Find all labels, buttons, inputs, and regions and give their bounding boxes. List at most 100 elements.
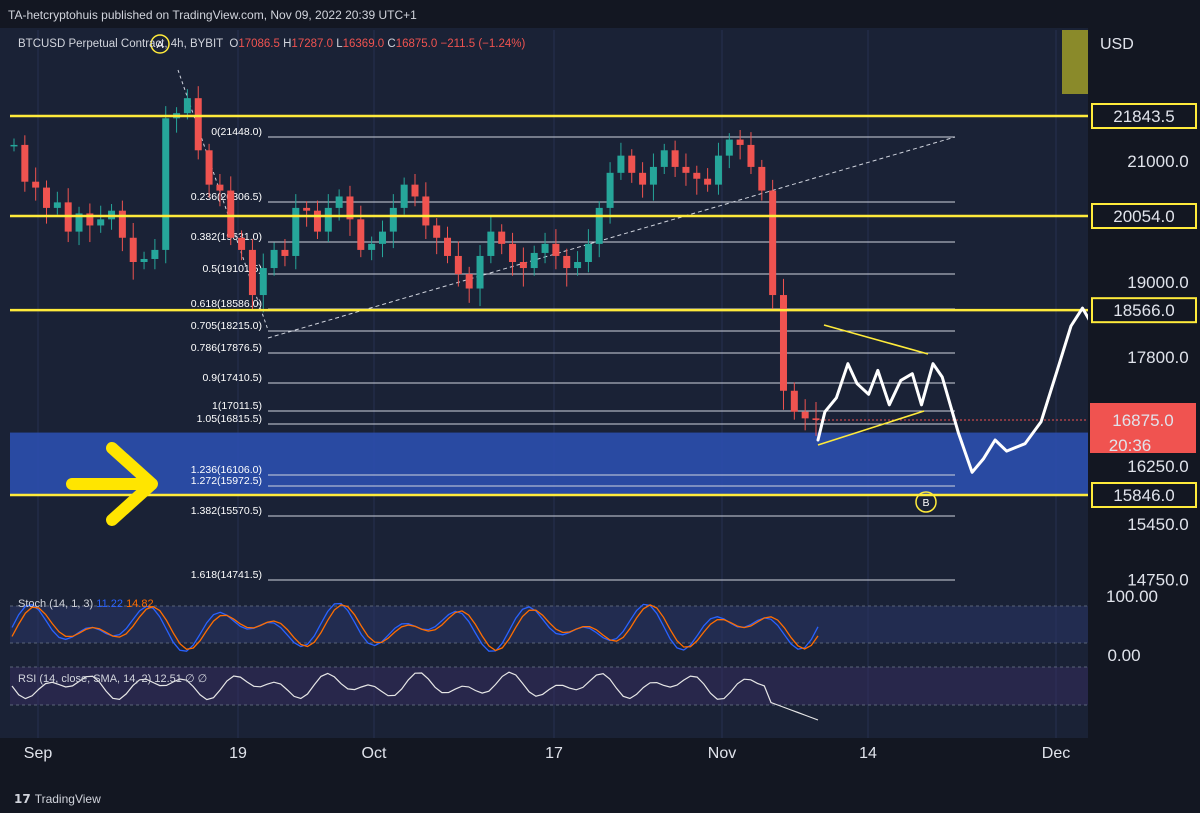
annotation-b-label: B bbox=[922, 497, 929, 509]
level-tag-label: 21843.5 bbox=[1113, 107, 1174, 126]
triangle-upper bbox=[823, 324, 929, 355]
rsi-title[interactable]: RSI (14, close, SMA, 14, 2) bbox=[18, 673, 151, 685]
candle-body bbox=[411, 184, 419, 197]
fib-label: 0(21448.0) bbox=[211, 126, 262, 138]
candle-body bbox=[368, 243, 376, 250]
fib-label: 0.705(18215.0) bbox=[191, 320, 262, 332]
candle-body bbox=[444, 237, 452, 256]
candle-body bbox=[21, 144, 29, 182]
tradingview-brand[interactable]: 17 TradingView bbox=[14, 792, 101, 806]
candle-body bbox=[281, 249, 289, 256]
rsi-legend: RSI (14, close, SMA, 14, 2) 12.51 ∅ ∅ bbox=[18, 672, 207, 685]
candle-body bbox=[378, 231, 386, 244]
close-value: 16875.0 bbox=[395, 38, 438, 50]
exchange: BYBIT bbox=[189, 38, 223, 50]
candle-body bbox=[574, 262, 582, 269]
rsi-value: 12.51 bbox=[154, 673, 182, 685]
candle-body bbox=[194, 98, 202, 151]
countdown-label: 20:36 bbox=[1109, 436, 1152, 455]
candle-body bbox=[389, 207, 397, 232]
candle-body bbox=[313, 210, 321, 232]
candle-body bbox=[519, 262, 527, 269]
fib-label: 1(17011.5) bbox=[212, 400, 262, 412]
candle-body bbox=[129, 237, 137, 263]
candle-body bbox=[704, 178, 712, 185]
candle-body bbox=[216, 184, 224, 191]
brand-name: TradingView bbox=[34, 792, 101, 806]
symbol-name[interactable]: BTCUSD Perpetual Contract bbox=[18, 38, 164, 50]
candle-body bbox=[714, 155, 722, 185]
candle-body bbox=[454, 255, 462, 275]
fib-label: 0.236(20306.5) bbox=[191, 191, 262, 203]
price-axis-tick: 21000.0 bbox=[1127, 152, 1188, 171]
candle-body bbox=[270, 249, 278, 269]
candle-body bbox=[530, 252, 538, 269]
stoch-tick: 100.00 bbox=[1106, 587, 1158, 606]
candle-body bbox=[97, 219, 105, 226]
fib-label: 1.382(15570.5) bbox=[191, 505, 262, 517]
candle-body bbox=[238, 237, 246, 250]
fib-label: 1.05(16815.5) bbox=[197, 413, 262, 425]
level-tag-label: 18566.0 bbox=[1113, 301, 1174, 320]
highlight-box bbox=[1062, 30, 1088, 94]
stoch-band bbox=[10, 606, 1088, 643]
currency-label[interactable]: USD bbox=[1100, 36, 1134, 54]
candle-body bbox=[162, 118, 170, 250]
candle-body bbox=[248, 249, 256, 296]
symbol-legend: BTCUSD Perpetual Contract, 4h, BYBIT O17… bbox=[18, 38, 526, 50]
candle-body bbox=[801, 411, 809, 419]
candle-body bbox=[465, 274, 473, 289]
stoch-tick: 0.00 bbox=[1107, 646, 1140, 665]
stoch-k-value: 11.22 bbox=[96, 598, 123, 610]
stoch-d-value: 14.82 bbox=[126, 598, 154, 610]
tradingview-logo-icon: 17 bbox=[14, 792, 31, 806]
candle-body bbox=[758, 166, 766, 191]
candle-body bbox=[509, 243, 517, 263]
time-axis-tick: Sep bbox=[24, 745, 53, 762]
close-label: C bbox=[387, 38, 396, 50]
fib-label: 1.272(15972.5) bbox=[191, 475, 262, 487]
price-axis-tick: 16250.0 bbox=[1127, 457, 1188, 476]
time-axis bbox=[0, 738, 1200, 786]
candle-body bbox=[259, 268, 267, 296]
change-value: −211.5 (−1.24%) bbox=[440, 38, 526, 50]
candle-body bbox=[606, 172, 614, 208]
candle-body bbox=[476, 255, 484, 289]
candle-body bbox=[682, 166, 690, 173]
fib-label: 0.382(19631.0) bbox=[191, 231, 262, 243]
rsi-na-2: ∅ bbox=[197, 673, 208, 685]
candle-body bbox=[227, 190, 235, 238]
candle-body bbox=[649, 166, 657, 185]
candle-body bbox=[335, 196, 343, 208]
time-axis-tick: Dec bbox=[1042, 745, 1070, 762]
trend-line bbox=[267, 136, 956, 339]
candle-body bbox=[769, 190, 777, 296]
candle-body bbox=[541, 243, 549, 253]
candle-body bbox=[628, 155, 636, 173]
time-axis-tick: Oct bbox=[362, 745, 387, 762]
price-axis bbox=[1088, 28, 1200, 740]
price-chart[interactable]: 0(21448.0) 0.236(20306.5) 0.382(19631.0) 0.… bbox=[0, 0, 1200, 786]
candle-body bbox=[790, 390, 798, 412]
level-tag-label: 20054.0 bbox=[1113, 207, 1174, 226]
candle-body bbox=[303, 207, 311, 211]
time-axis-tick: 19 bbox=[229, 745, 247, 762]
candle-body bbox=[725, 139, 733, 156]
stoch-title[interactable]: Stoch (14, 1, 3) bbox=[18, 598, 93, 610]
current-price-label: 16875.0 bbox=[1112, 411, 1173, 430]
candle-body bbox=[639, 172, 647, 185]
rsi-na-1: ∅ bbox=[184, 673, 195, 685]
candle-body bbox=[736, 139, 744, 145]
candle-body bbox=[53, 202, 61, 208]
candle-body bbox=[487, 231, 495, 256]
candle-body bbox=[324, 207, 332, 232]
candle-body bbox=[584, 243, 592, 263]
low-value: 16369.0 bbox=[342, 38, 385, 50]
candle-body bbox=[183, 98, 191, 114]
timeframe[interactable]: 4h bbox=[171, 38, 184, 50]
time-axis-tick: Nov bbox=[708, 745, 736, 762]
candle-body bbox=[563, 255, 571, 269]
candle-body bbox=[118, 210, 126, 238]
open-value: 17086.5 bbox=[238, 38, 280, 50]
price-axis-tick: 15450.0 bbox=[1127, 515, 1188, 534]
